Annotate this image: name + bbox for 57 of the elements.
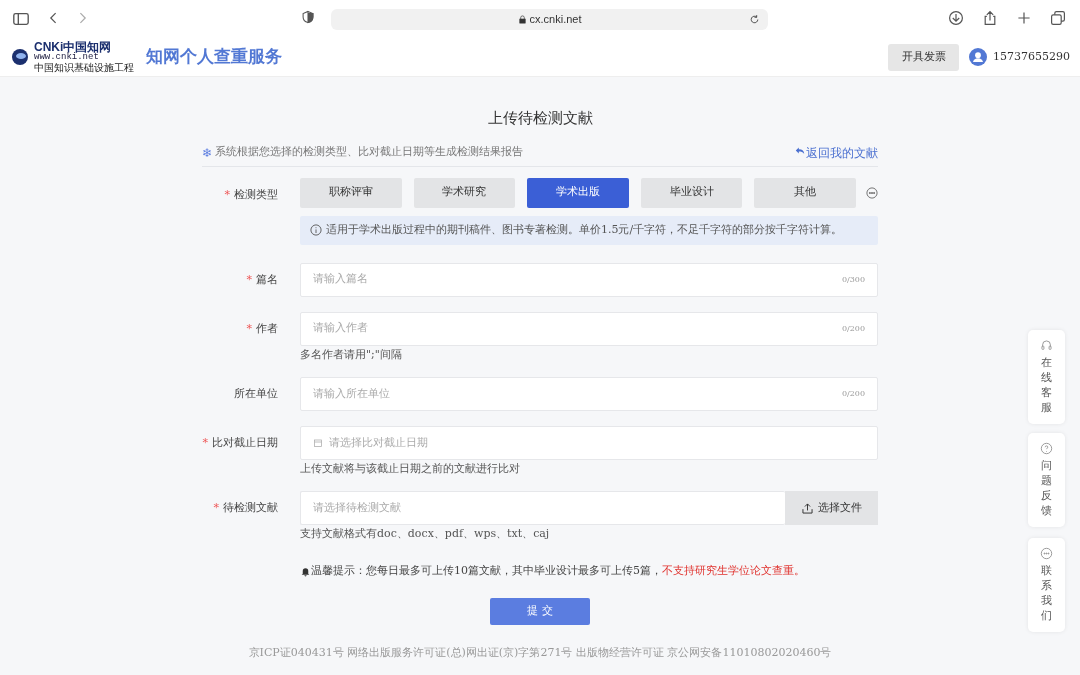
type-tab[interactable]: 毕业设计 [640,177,743,208]
field-label: 检测类型 [234,186,278,203]
more-icon[interactable] [865,186,878,199]
field-label: 待检测文献 [223,500,278,517]
calendar-icon [313,437,323,448]
snowflake-icon: ❄ [202,143,212,162]
side-button[interactable]: 在线客服 [1028,330,1065,425]
type-tab[interactable]: 学术研究 [413,177,516,208]
tabs-icon[interactable] [1050,10,1068,28]
required-mark: * [202,434,208,451]
invoice-button[interactable]: 开具发票 [888,43,959,71]
lock-icon [517,14,527,24]
submit-button[interactable]: 提 交 [490,597,590,625]
chat-icon [1040,547,1053,560]
upload-icon [801,501,814,515]
notice-text: 温馨提示：您每日最多可上传10篇文献，其中毕业设计最多可上传5篇， [311,563,662,580]
question-icon [1040,442,1053,455]
footer-text: 京ICP证040431号 网络出版服务许可证(总)网出证(京)字第271号 出版物经营许可证 京公网安备11010802020460号 [247,644,833,661]
side-button[interactable]: 问题反馈 [1028,433,1065,528]
info-icon [310,224,322,236]
logo-url: www.cnki.net [34,52,100,62]
globe-icon [10,47,30,67]
warning-text: 不支持研究生学位论文查重。 [662,563,805,580]
side-button[interactable]: 联系我们 [1028,538,1065,633]
field-label: 作者 [256,320,278,337]
user-phone[interactable]: 15737655290 [993,48,1070,66]
field-label: 所在单位 [234,385,278,402]
char-counter: 0/200 [841,387,865,400]
info-text: 适用于学术出版过程中的期刊稿件、图书专著检测。单价1.5元/千字符，不足千字符的部分按千字符计算。 [326,221,843,238]
char-counter: 0/200 [841,322,865,335]
type-tab[interactable]: 职称评审 [300,177,402,208]
type-tab[interactable]: 学术出版 [527,177,629,208]
url-text[interactable]: cx.cnki.net [529,10,582,28]
sidebar-icon[interactable] [12,10,30,28]
reload-icon[interactable] [749,13,760,25]
type-tab[interactable]: 其他 [754,177,856,208]
field-label: 比对截止日期 [212,434,278,451]
logo-text: CNKi中国知网 [34,40,113,53]
choose-file-button[interactable]: 选择文件 [785,491,878,526]
intro-text: 系统根据您选择的检测类型、比对截止日期等生成检测结果报告 [215,144,523,161]
required-mark: * [246,271,252,288]
field-hint: 上传文献将与该截止日期之前的文献进行比对 [300,461,521,477]
field-hint: 支持文献格式有doc、docx、pdf、wps、txt、caj [300,527,551,542]
required-mark: * [246,320,252,337]
site-title: 知网个人查重服务 [146,45,282,69]
headset-icon [1040,339,1053,352]
required-mark: * [224,186,230,203]
page-title: 上传待检测文献 [486,108,594,129]
char-counter: 0/300 [841,273,865,286]
back-link[interactable]: 返回我的文献 [794,143,878,162]
download-icon[interactable] [948,10,966,28]
field-label: 篇名 [256,271,278,288]
logo-tagline: 中国知识基础设施工程 [34,62,134,74]
field-hint: 多名作者请用";"间隔 [300,347,403,362]
required-mark: * [213,500,219,517]
bell-icon [300,566,311,578]
avatar-icon[interactable] [969,48,987,66]
